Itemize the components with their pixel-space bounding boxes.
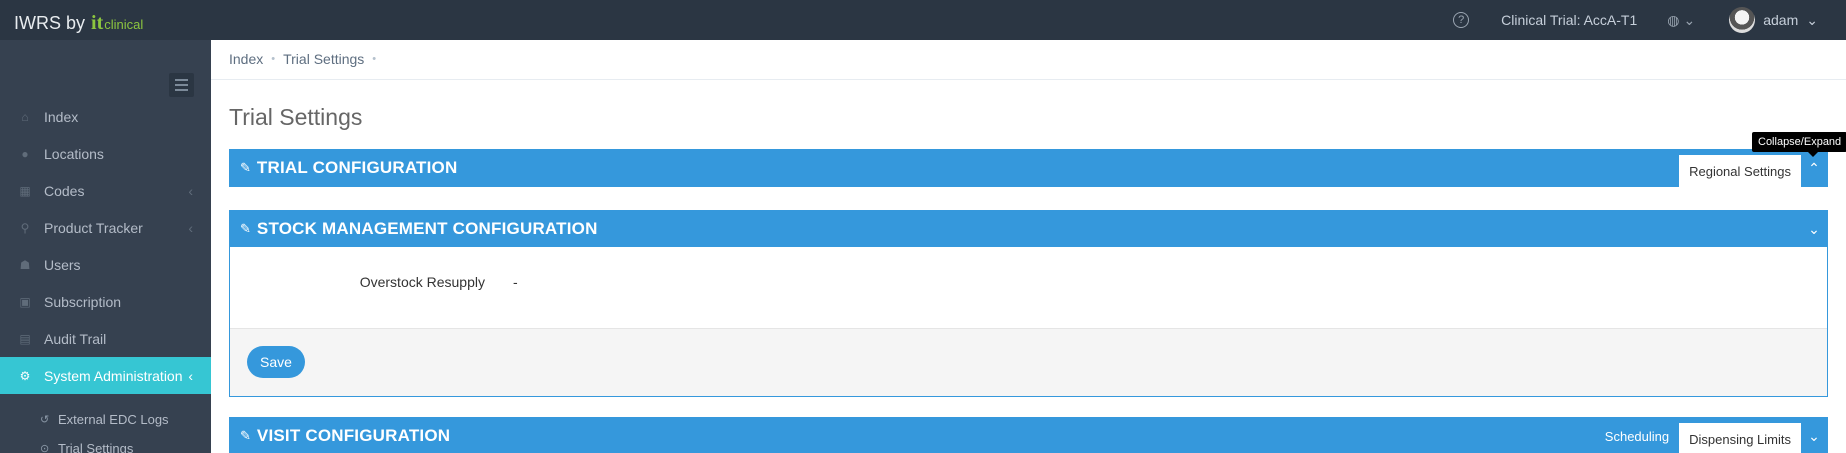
tab-scheduling[interactable]: Scheduling xyxy=(1595,421,1679,451)
trial-configuration-panel: ✎ TRIAL CONFIGURATION Regional Settings … xyxy=(229,149,1828,187)
archive-icon: ▣ xyxy=(19,294,31,309)
sidebar-item-label: Index xyxy=(44,108,79,125)
chevron-down-icon[interactable]: ⌄ xyxy=(1801,428,1827,445)
breadcrumb: Index • Trial Settings • xyxy=(229,51,376,67)
user-menu[interactable]: adam ⌄ xyxy=(1729,7,1818,33)
menu-bar xyxy=(175,79,188,81)
sidebar-item-label: Codes xyxy=(44,182,85,199)
sidebar-subitem-label: External EDC Logs xyxy=(58,412,169,427)
sidebar-item-index[interactable]: ⌂ Index xyxy=(0,98,211,135)
chevron-left-icon: ‹ xyxy=(188,367,193,384)
breadcrumb-separator: • xyxy=(271,53,276,65)
users-icon: ☗ xyxy=(19,257,31,272)
globe-icon: ● xyxy=(21,146,29,161)
save-button[interactable]: Save xyxy=(247,346,305,378)
chevron-left-icon: ‹ xyxy=(188,219,193,236)
clinical-trial-selector[interactable]: Clinical Trial: AccA-T1 xyxy=(1501,12,1637,28)
panel-actions: ⌄ xyxy=(1801,211,1827,247)
breadcrumb-separator: • xyxy=(372,53,377,65)
overstock-resupply-value: - xyxy=(513,274,518,290)
sidebar-item-label: Locations xyxy=(44,145,104,162)
brand-prefix: IWRS by xyxy=(14,13,86,33)
sidebar-toggle-button[interactable] xyxy=(169,73,194,97)
sidebar-item-label: Subscription xyxy=(44,293,122,310)
panel-footer: Save xyxy=(230,328,1827,396)
top-right-menu: ? Clinical Trial: AccA-T1 ◍ ⌄ adam ⌄ xyxy=(1453,0,1846,40)
history-icon: ↺ xyxy=(40,414,50,426)
map-pin-icon: ⚲ xyxy=(20,220,30,235)
main-content: Index • Trial Settings • Trial Settings … xyxy=(211,40,1846,453)
help-icon[interactable]: ? xyxy=(1453,12,1470,28)
cogs-icon: ⚙ xyxy=(19,368,31,383)
globe-icon: ◍ xyxy=(1667,11,1680,28)
toggle-icon: ⊙ xyxy=(40,443,50,453)
panel-header[interactable]: ✎ VISIT CONFIGURATION Scheduling Dispens… xyxy=(230,418,1827,453)
divider xyxy=(211,79,1846,80)
sidebar-nav: ⌂ Index ● Locations ▦ Codes ‹ ⚲ Product … xyxy=(0,98,211,453)
sidebar-item-users[interactable]: ☗ Users xyxy=(0,246,211,283)
chevron-up-icon[interactable]: ⌃ xyxy=(1801,160,1827,177)
avatar xyxy=(1729,7,1756,33)
collapse-expand-tooltip: Collapse/Expand xyxy=(1752,132,1846,157)
sidebar-item-label: Product Tracker xyxy=(44,219,143,236)
panel-header[interactable]: ✎ STOCK MANAGEMENT CONFIGURATION ⌄ xyxy=(230,211,1827,247)
sidebar-item-label: Audit Trail xyxy=(44,330,107,347)
panel-title: VISIT CONFIGURATION xyxy=(256,426,451,445)
top-bar: IWRS by it clinical ? Clinical Trial: Ac… xyxy=(0,0,1846,40)
menu-bar xyxy=(175,84,188,86)
book-icon: ▤ xyxy=(19,331,31,346)
sidebar-item-system-administration[interactable]: ⚙ System Administration ‹ xyxy=(0,357,211,394)
sidebar-subitem-label: Trial Settings xyxy=(58,441,134,453)
chevron-down-icon: ⌄ xyxy=(1806,11,1818,28)
menu-bar xyxy=(175,89,188,91)
sidebar-subitem-trial-settings[interactable]: ⊙ Trial Settings xyxy=(0,434,211,453)
breadcrumb-current[interactable]: Trial Settings xyxy=(283,51,364,67)
username: adam xyxy=(1763,12,1799,28)
panel-title: STOCK MANAGEMENT CONFIGURATION xyxy=(256,219,598,238)
barcode-icon: ▦ xyxy=(19,183,31,198)
visit-configuration-panel: ✎ VISIT CONFIGURATION Scheduling Dispens… xyxy=(229,417,1828,453)
overstock-resupply-label: Overstock Resupply xyxy=(359,274,485,290)
language-selector[interactable]: ◍ ⌄ xyxy=(1667,12,1695,29)
pencil-icon: ✎ xyxy=(240,160,251,175)
sidebar-subitem-external-edc-logs[interactable]: ↺ External EDC Logs xyxy=(0,405,211,434)
pencil-icon: ✎ xyxy=(240,428,251,443)
pencil-icon: ✎ xyxy=(240,221,251,236)
sidebar-item-label: Users xyxy=(44,256,81,273)
page-title: Trial Settings xyxy=(229,104,363,130)
home-icon: ⌂ xyxy=(21,109,29,124)
sidebar: ⌂ Index ● Locations ▦ Codes ‹ ⚲ Product … xyxy=(0,40,211,453)
panel-header[interactable]: ✎ TRIAL CONFIGURATION Regional Settings … xyxy=(230,150,1827,187)
brand-clinical: clinical xyxy=(104,17,144,32)
brand-it: it xyxy=(91,12,104,34)
sidebar-item-label: System Administration xyxy=(44,367,183,384)
panel-actions: Scheduling Dispensing Limits ⌄ xyxy=(1595,418,1827,453)
tab-regional-settings[interactable]: Regional Settings xyxy=(1679,155,1801,187)
tab-dispensing-limits[interactable]: Dispensing Limits xyxy=(1679,423,1801,453)
panel-title: TRIAL CONFIGURATION xyxy=(256,158,458,177)
chevron-down-icon[interactable]: ⌄ xyxy=(1801,221,1827,238)
sidebar-item-codes[interactable]: ▦ Codes ‹ xyxy=(0,172,211,209)
chevron-left-icon: ‹ xyxy=(188,182,193,199)
sidebar-item-audit-trail[interactable]: ▤ Audit Trail xyxy=(0,320,211,357)
breadcrumb-index[interactable]: Index xyxy=(229,51,263,67)
brand-logo[interactable]: IWRS by it clinical xyxy=(14,12,143,35)
sidebar-item-locations[interactable]: ● Locations xyxy=(0,135,211,172)
panel-body: Overstock Resupply - xyxy=(230,247,1827,328)
panel-actions: Regional Settings ⌃ xyxy=(1679,150,1827,187)
chevron-down-icon: ⌄ xyxy=(1683,11,1696,28)
sidebar-item-product-tracker[interactable]: ⚲ Product Tracker ‹ xyxy=(0,209,211,246)
sidebar-item-subscription[interactable]: ▣ Subscription xyxy=(0,283,211,320)
stock-management-panel: ✎ STOCK MANAGEMENT CONFIGURATION ⌄ Overs… xyxy=(229,210,1828,397)
